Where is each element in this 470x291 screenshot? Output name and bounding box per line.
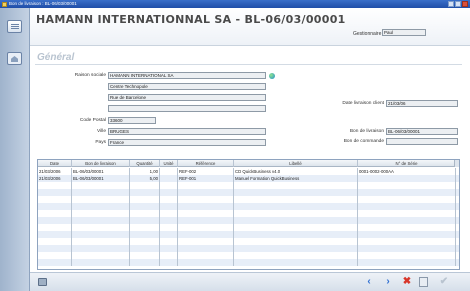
section-title: Général (37, 52, 75, 63)
delivery-note-window: Bon de livraison : BL-06/03/00001 HAMANN… (0, 0, 470, 291)
empty-row (38, 259, 459, 266)
validate-icon[interactable]: ✔ (438, 276, 450, 288)
grid-header: Date Bon de livraison Quantité Unité Réf… (38, 160, 459, 167)
column-header-bon-livraison[interactable]: Bon de livraison (72, 160, 130, 167)
raison-sociale-label: Raison sociale (74, 73, 106, 78)
address-line-2-field[interactable]: Rue de Barcelone (108, 94, 266, 101)
empty-row (38, 196, 459, 203)
code-postal-field[interactable]: 33600 (108, 117, 156, 124)
minimize-icon[interactable] (448, 1, 454, 7)
gestionnaire-field[interactable]: Paul (382, 29, 426, 36)
cell-unite (160, 175, 178, 182)
date-livraison-label: Date livraison client (342, 101, 384, 106)
page-header: HAMANN INTERNATIONNAL SA - BL-06/03/0000… (30, 8, 470, 46)
lines-grid[interactable]: Date Bon de livraison Quantité Unité Réf… (37, 159, 460, 270)
document-icon[interactable] (7, 20, 22, 33)
cell-libelle: CD QuickBusiness v4.0 (234, 168, 358, 175)
footer-toolbar: ‹ › ✖ ✔ (30, 272, 470, 291)
page-title: HAMANN INTERNATIONNAL SA - BL-06/03/0000… (36, 13, 346, 26)
app-icon (2, 1, 7, 7)
empty-row (38, 217, 459, 224)
column-header-quantite[interactable]: Quantité (130, 160, 160, 167)
ville-label: Ville (97, 129, 106, 134)
delete-icon[interactable]: ✖ (401, 276, 413, 288)
next-icon[interactable]: › (382, 276, 394, 288)
home-icon[interactable] (7, 52, 22, 65)
close-icon[interactable] (462, 1, 468, 7)
copy-icon[interactable] (419, 277, 428, 287)
cell-date: 21/03/2006 (38, 175, 72, 182)
gestionnaire-label: Gestionnaire (353, 31, 382, 37)
column-header-reference[interactable]: Référence (178, 160, 234, 167)
empty-row (38, 252, 459, 259)
globe-icon[interactable] (269, 73, 275, 79)
empty-row (38, 203, 459, 210)
cell-numero-serie (358, 175, 456, 182)
address-line-3-field[interactable] (108, 105, 266, 112)
empty-row (38, 231, 459, 238)
date-livraison-field[interactable]: 21/03/06 (386, 100, 458, 107)
empty-row (38, 210, 459, 217)
section-divider (35, 64, 462, 65)
cell-reference: REF-001 (178, 175, 234, 182)
cell-libelle: Manuel Formation QuickBusiness (234, 175, 358, 182)
left-rail (0, 8, 30, 291)
table-row[interactable]: 21/03/2006 BL-06/03/00001 5,00 REF-001 M… (38, 175, 459, 182)
column-header-unite[interactable]: Unité (160, 160, 178, 167)
previous-icon[interactable]: ‹ (363, 276, 375, 288)
printer-icon[interactable] (38, 278, 47, 286)
cell-quantite: 1,00 (130, 168, 160, 175)
column-header-libelle[interactable]: Libellé (234, 160, 358, 167)
cell-date: 21/03/2006 (38, 168, 72, 175)
bon-livraison-field[interactable]: BL-06/03/00001 (386, 128, 458, 135)
window-titlebar: Bon de livraison : BL-06/03/00001 (0, 0, 470, 8)
cell-reference: REF-002 (178, 168, 234, 175)
ville-field[interactable]: BRUGES (108, 128, 266, 135)
column-header-date[interactable]: Date (38, 160, 72, 167)
address-line-1-field[interactable]: Centre Technopole (108, 83, 266, 90)
pays-field[interactable]: France (108, 139, 266, 146)
maximize-icon[interactable] (455, 1, 461, 7)
empty-row (38, 238, 459, 245)
bon-commande-label: Bon de commande (343, 139, 384, 144)
bon-commande-field[interactable] (386, 138, 458, 145)
window-controls (448, 1, 468, 7)
column-header-numero-serie[interactable]: N° de Série (358, 160, 456, 167)
cell-quantite: 5,00 (130, 175, 160, 182)
cell-numero-serie: 0001-0002-000AA (358, 168, 456, 175)
empty-row (38, 182, 459, 189)
grid-menu-icon[interactable] (454, 160, 459, 167)
empty-row (38, 224, 459, 231)
bon-livraison-label: Bon de livraison (349, 129, 384, 134)
empty-row (38, 245, 459, 252)
cell-bon-livraison: BL-06/03/00001 (72, 168, 130, 175)
table-row[interactable]: 21/03/2006 BL-06/03/00001 1,00 REF-002 C… (38, 168, 459, 175)
empty-row (38, 189, 459, 196)
cell-unite (160, 168, 178, 175)
raison-sociale-field[interactable]: HAMANN INTERNATIONAL SA (108, 72, 266, 79)
window-title: Bon de livraison : BL-06/03/00001 (9, 1, 77, 6)
cell-bon-livraison: BL-06/03/00001 (72, 175, 130, 182)
pays-label: Pays (95, 140, 106, 145)
code-postal-label: Code Postal (79, 118, 106, 123)
